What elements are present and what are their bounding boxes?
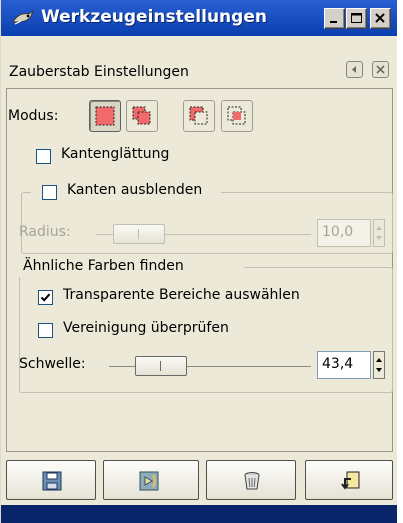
panel-menu-button[interactable] (346, 61, 363, 78)
feather-label: Kanten ausblenden (67, 182, 203, 198)
save-icon (42, 471, 62, 491)
add-selection-icon (132, 106, 151, 125)
threshold-spin-buttons[interactable] (373, 351, 385, 379)
antialias-label: Kantenglättung (61, 146, 170, 162)
window-bottom-edge (1, 505, 398, 523)
similar-colors-label: Ähnliche Farben finden (23, 258, 184, 274)
minimize-icon (330, 21, 337, 23)
radius-slider-thumb[interactable] (113, 224, 165, 244)
antialias-checkbox[interactable] (36, 149, 51, 164)
radius-label: Radius: (19, 224, 71, 240)
mode-subtract-button[interactable] (183, 100, 215, 132)
radius-spin-field[interactable]: 10,0 (317, 219, 371, 247)
close-button[interactable] (370, 8, 391, 29)
outside-area (397, 0, 403, 523)
transparent-label: Transparente Bereiche auswählen (63, 287, 300, 303)
mode-add-button[interactable] (126, 100, 158, 132)
intersect-selection-icon (227, 106, 246, 125)
reset-options-button[interactable] (305, 460, 393, 500)
feather-checkbox[interactable] (42, 185, 57, 200)
panel-header: Zauberstab Einstellungen (1, 36, 398, 88)
close-icon (376, 65, 385, 74)
threshold-label: Schwelle: (19, 356, 86, 372)
window-title: Werkzeugeinstellungen (41, 7, 267, 27)
threshold-spin-field[interactable]: 43,4 (317, 351, 371, 379)
maximize-button[interactable] (346, 8, 367, 29)
spin-arrows-icon (376, 226, 382, 240)
mode-intersect-button[interactable] (221, 100, 253, 132)
tool-options-window: Werkzeugeinstellungen Zauberstab Einstel… (0, 0, 398, 523)
titlebar[interactable]: Werkzeugeinstellungen (1, 0, 398, 36)
mode-replace-button[interactable] (89, 100, 121, 132)
close-icon (375, 13, 385, 23)
spin-arrows-icon (376, 358, 382, 372)
modus-label: Modus: (8, 108, 59, 124)
transparent-checkbox[interactable] (38, 290, 53, 305)
maximize-icon (351, 13, 362, 23)
radius-spin-buttons[interactable] (373, 219, 385, 247)
merged-label: Vereinigung überprüfen (63, 320, 229, 336)
subtract-selection-icon (189, 106, 208, 125)
minimize-button[interactable] (324, 8, 345, 29)
restore-options-button[interactable] (103, 460, 199, 500)
panel-title: Zauberstab Einstellungen (9, 64, 189, 80)
merged-checkbox[interactable] (38, 323, 53, 338)
threshold-slider-thumb[interactable] (135, 356, 187, 376)
menu-arrow-icon (352, 66, 356, 73)
restore-icon (139, 471, 159, 491)
delete-options-button[interactable] (206, 460, 296, 500)
delete-icon (244, 472, 260, 490)
bottom-button-bar (6, 460, 393, 500)
panel-close-button[interactable] (372, 61, 389, 78)
save-options-button[interactable] (6, 460, 96, 500)
reset-icon (341, 471, 360, 490)
replace-selection-icon (95, 106, 115, 126)
check-mark-icon (40, 293, 51, 302)
gimp-wilber-icon (11, 8, 35, 28)
